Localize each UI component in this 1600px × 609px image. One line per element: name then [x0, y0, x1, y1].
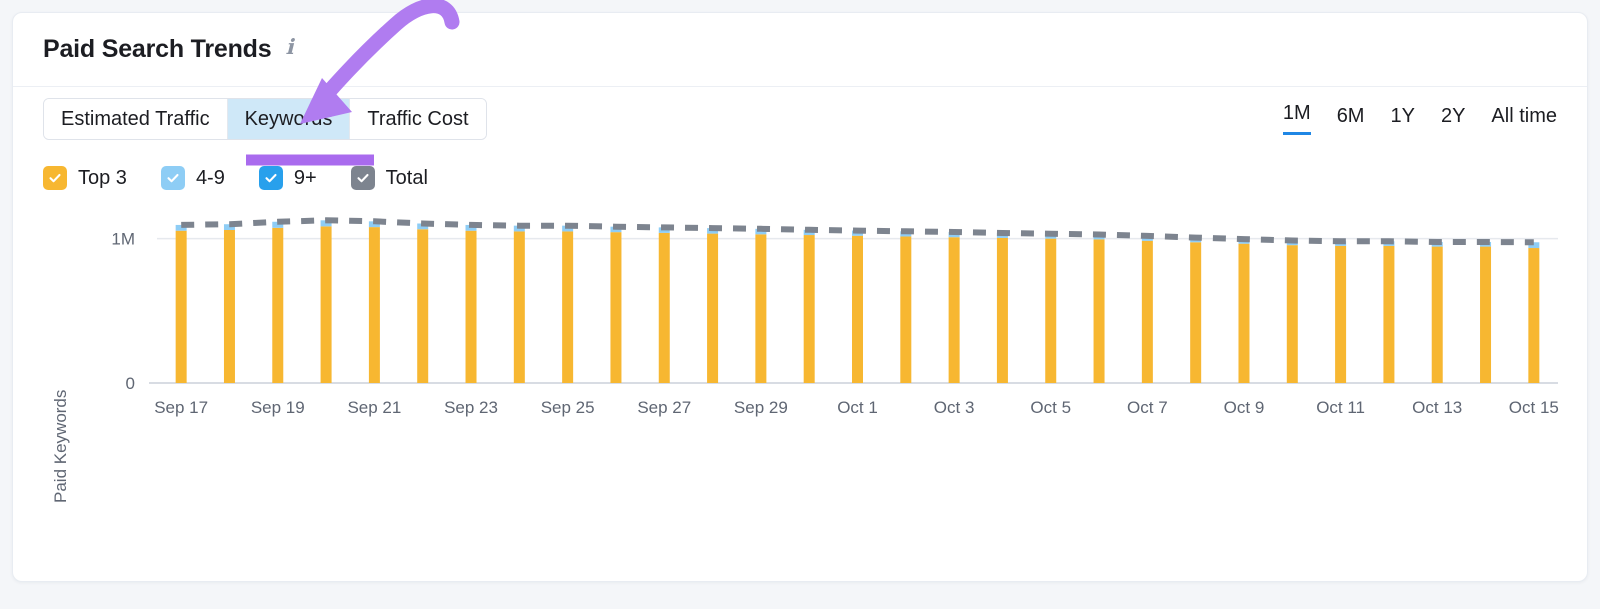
x-tick-label: Oct 3	[934, 398, 975, 417]
bar-segment	[659, 233, 670, 383]
time-tab-1m[interactable]: 1M	[1283, 102, 1311, 135]
legend-label-total: Total	[386, 167, 428, 190]
legend-label-4-9: 4-9	[196, 167, 225, 190]
time-tab-all-time[interactable]: All time	[1491, 105, 1557, 135]
tab-keywords[interactable]: Keywords	[228, 99, 351, 139]
x-tick-label: Sep 19	[251, 398, 305, 417]
x-tick-label: Sep 23	[444, 398, 498, 417]
paid-search-trends-card: Paid Search Trends ℹ Estimated Traffic K…	[12, 12, 1588, 582]
x-tick-label: Oct 13	[1412, 398, 1462, 417]
y-tick-label: 0	[126, 374, 135, 393]
controls-row: Estimated Traffic Keywords Traffic Cost …	[13, 87, 1587, 151]
x-tick-label: Oct 11	[1316, 398, 1365, 417]
paid-keywords-chart: 0 1M Sep 17 Sep 19 Sep 21 Sep 23 Sep 25 Sep 27 S…	[13, 203, 1588, 533]
checkbox-4-9[interactable]	[161, 166, 185, 190]
bar-segment	[852, 236, 863, 383]
bar-segment	[804, 235, 815, 383]
bar-segment	[610, 232, 621, 383]
bar-segment	[1094, 239, 1105, 383]
bar-segment	[1238, 244, 1249, 383]
bar-segment	[321, 226, 332, 383]
tab-estimated-traffic[interactable]: Estimated Traffic	[44, 99, 228, 139]
bar-segment	[1383, 246, 1394, 383]
checkbox-total[interactable]	[351, 166, 375, 190]
bar-segment	[272, 228, 283, 383]
x-tick-label: Sep 27	[637, 398, 691, 417]
bar-segment	[1528, 248, 1539, 383]
bar-segment	[176, 231, 187, 383]
x-tick-label: Sep 17	[154, 398, 208, 417]
x-tick-label: Sep 21	[347, 398, 401, 417]
bar-segment	[1045, 239, 1056, 383]
legend-item-9-plus[interactable]: 9+	[259, 166, 317, 190]
x-tick-label: Sep 25	[541, 398, 595, 417]
bar-segment	[562, 231, 573, 383]
time-tab-6m[interactable]: 6M	[1337, 105, 1365, 135]
x-tick-label: Oct 7	[1127, 398, 1168, 417]
y-tick-label: 1M	[111, 230, 135, 249]
legend-item-4-9[interactable]: 4-9	[161, 166, 225, 190]
bar-segment	[1335, 246, 1346, 383]
time-tab-2y[interactable]: 2Y	[1441, 105, 1465, 135]
x-tick-label: Oct 15	[1509, 398, 1559, 417]
time-range-tabs: 1M 6M 1Y 2Y All time	[1283, 102, 1557, 137]
x-tick-label: Sep 29	[734, 398, 788, 417]
series-legend: Top 3 4-9 9+ Total	[13, 151, 1587, 199]
bar-segment	[707, 234, 718, 383]
bar-segment	[755, 234, 766, 383]
bar-segment	[1480, 247, 1491, 383]
tab-traffic-cost[interactable]: Traffic Cost	[350, 99, 485, 139]
screen: Paid Search Trends ℹ Estimated Traffic K…	[0, 0, 1600, 609]
bar-segment	[466, 231, 477, 383]
legend-label-top-3: Top 3	[78, 167, 127, 190]
bar-segment	[224, 230, 235, 383]
bar-segment	[900, 236, 911, 383]
chart-area: Paid Keywords 01MSep 17Sep 19Sep 21Sep 2…	[13, 203, 1587, 533]
bar-segment	[1190, 242, 1201, 383]
legend-item-top-3[interactable]: Top 3	[43, 166, 127, 190]
bar-segment	[1432, 247, 1443, 383]
bar-segment	[1287, 245, 1298, 383]
time-tab-1y[interactable]: 1Y	[1390, 105, 1414, 135]
x-tick-label: Oct 1	[837, 398, 878, 417]
bar-segment	[1142, 241, 1153, 383]
card-header: Paid Search Trends ℹ	[13, 13, 1587, 87]
bar-segment	[369, 227, 380, 383]
legend-label-9-plus: 9+	[294, 167, 317, 190]
view-tabs: Estimated Traffic Keywords Traffic Cost	[43, 98, 487, 140]
bar-segment	[997, 238, 1008, 383]
checkbox-9-plus[interactable]	[259, 166, 283, 190]
legend-item-total[interactable]: Total	[351, 166, 428, 190]
x-tick-label: Oct 5	[1030, 398, 1071, 417]
page-title: Paid Search Trends	[43, 35, 271, 64]
info-icon[interactable]: ℹ	[285, 35, 293, 60]
bar-segment	[514, 231, 525, 383]
bar-segment	[417, 229, 428, 383]
x-tick-label: Oct 9	[1224, 398, 1265, 417]
checkbox-top-3[interactable]	[43, 166, 67, 190]
bar-segment	[949, 237, 960, 383]
